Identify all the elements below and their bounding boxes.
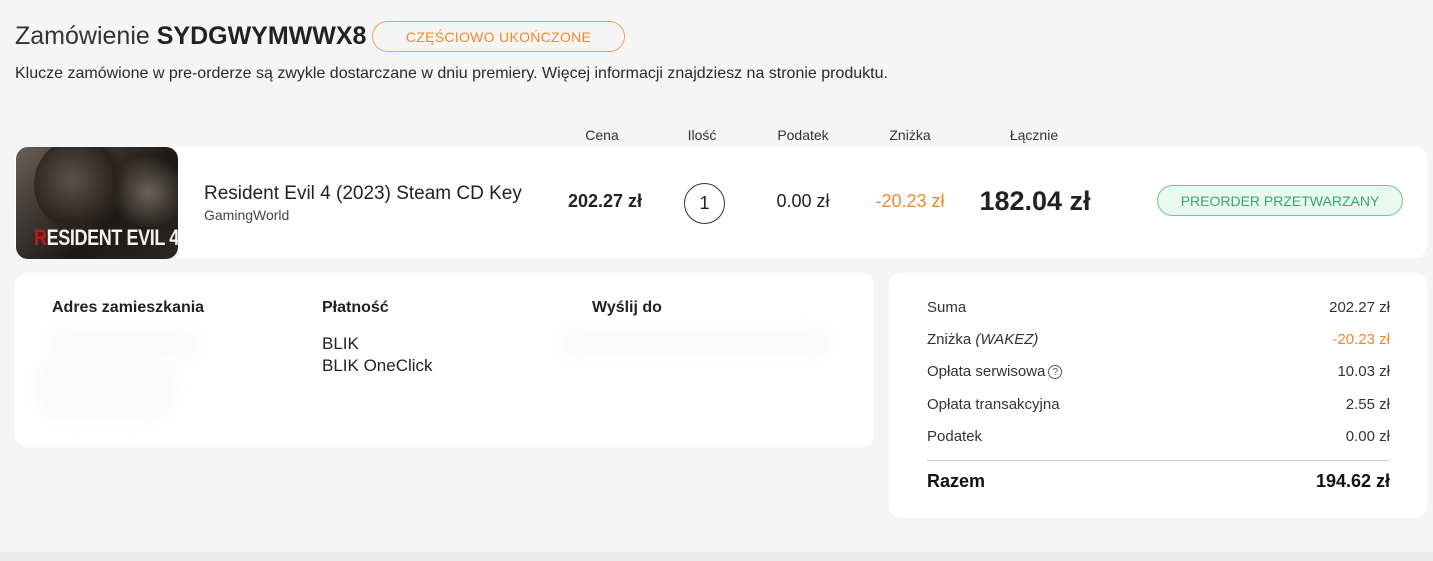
- summary-transaction-fee-row: Opłata transakcyjna 2.55 zł: [927, 394, 1390, 414]
- column-header-tax: Podatek: [777, 127, 829, 143]
- address-redacted-2: [33, 353, 178, 423]
- game-logo: RESIDENT EVIL 4: [34, 225, 178, 250]
- payment-method: BLIK: [322, 334, 359, 353]
- summary-service-fee-value: 10.03 zł: [1337, 362, 1390, 380]
- summary-service-fee-label: Opłata serwisowa: [927, 362, 1046, 380]
- order-title-prefix: Zamówienie: [15, 22, 150, 50]
- summary-discount-row: Zniżka (WAKEZ) -20.23 zł: [927, 329, 1390, 349]
- payment-heading: Płatność: [322, 299, 389, 316]
- item-tax: 0.00 zł: [776, 191, 830, 211]
- item-discount: -20.23 zł: [875, 191, 945, 211]
- product-thumbnail[interactable]: RESIDENT EVIL 4: [16, 147, 178, 259]
- summary-discount-value: -20.23 zł: [1332, 330, 1390, 348]
- column-header-discount: Zniżka: [889, 127, 931, 143]
- item-status-badge: PREORDER PRZETWARZANY: [1157, 185, 1403, 216]
- column-header-quantity: Ilość: [687, 127, 717, 143]
- page-title: Zamówienie SYDGWYMWWX8: [15, 22, 366, 51]
- order-page: Zamówienie SYDGWYMWWX8 CZĘŚCIOWO UKOŃCZO…: [0, 0, 1433, 552]
- summary-tax-row: Podatek 0.00 zł: [927, 426, 1390, 446]
- ship-to-heading: Wyślij do: [592, 299, 662, 316]
- item-total: 182.04 zł: [979, 186, 1091, 216]
- summary-total-row: Razem 194.62 zł: [927, 471, 1390, 492]
- order-code: SYDGWYMWWX8: [156, 22, 367, 50]
- help-icon[interactable]: ?: [1048, 365, 1063, 379]
- ship-to-redacted: [560, 328, 830, 358]
- summary-discount-code: (WAKEZ): [975, 330, 1039, 348]
- summary-total-value: 194.62 zł: [1315, 471, 1390, 491]
- summary-subtotal-value: 202.27 zł: [1329, 298, 1390, 316]
- summary-subtotal-row: Suma 202.27 zł: [927, 297, 1390, 317]
- product-seller[interactable]: GamingWorld: [204, 207, 289, 223]
- order-status-badge: CZĘŚCIOWO UKOŃCZONE: [372, 21, 625, 52]
- address-heading: Adres zamieszkania: [52, 299, 205, 316]
- summary-transaction-fee-label: Opłata transakcyjna: [927, 395, 1060, 413]
- payment-submethod: BLIK OneClick: [322, 356, 433, 375]
- item-quantity: 1: [684, 183, 725, 224]
- summary-tax-label: Podatek: [927, 427, 983, 445]
- product-name-link[interactable]: Resident Evil 4 (2023) Steam CD Key: [204, 183, 522, 205]
- column-header-price: Cena: [585, 127, 619, 143]
- summary-service-fee-label-wrap: Opłata serwisowa?: [927, 362, 1063, 380]
- order-summary-card: Suma 202.27 zł Zniżka (WAKEZ) -20.23 zł …: [889, 273, 1427, 518]
- summary-service-fee-row: Opłata serwisowa? 10.03 zł: [927, 361, 1390, 381]
- order-details-card: Adres zamieszkania Płatność BLIK BLIK On…: [15, 273, 874, 447]
- order-item-row: RESIDENT EVIL 4 Resident Evil 4 (2023) S…: [15, 147, 1427, 259]
- summary-transaction-fee-value: 2.55 zł: [1345, 395, 1390, 413]
- preorder-info-text: Klucze zamówione w pre-orderze są zwykle…: [15, 65, 888, 82]
- item-price: 202.27 zł: [567, 191, 643, 211]
- summary-discount-label-wrap: Zniżka (WAKEZ): [927, 331, 1038, 348]
- summary-divider: [927, 460, 1390, 461]
- summary-tax-value: 0.00 zł: [1345, 427, 1390, 445]
- summary-discount-label: Zniżka: [927, 330, 972, 348]
- summary-total-label: Razem: [927, 471, 986, 491]
- column-header-total: Łącznie: [1009, 127, 1059, 143]
- summary-subtotal-label: Suma: [927, 298, 967, 316]
